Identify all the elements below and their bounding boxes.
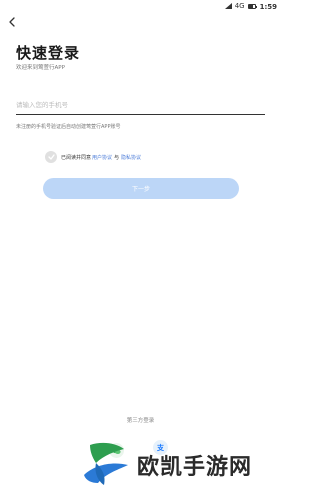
signal-icon <box>224 2 232 11</box>
battery-icon <box>247 4 257 9</box>
agreement-conjunction: 与 <box>114 154 120 161</box>
privacy-policy-link[interactable]: 隐私协议 <box>121 154 141 161</box>
third-party-label: 第三方登录 <box>126 418 155 424</box>
status-bar: 4G 1:59 <box>0 0 281 13</box>
watermark-text: 欧凯手游网 <box>137 455 253 480</box>
check-icon <box>47 154 55 160</box>
phone-input[interactable] <box>16 98 265 115</box>
status-time: 1:59 <box>259 2 277 11</box>
next-button[interactable]: 下一步 <box>43 178 239 199</box>
chevron-left-icon <box>9 17 15 27</box>
watermark: 欧凯手游网 <box>76 430 281 500</box>
watermark-logo-icon <box>84 442 128 485</box>
agreement-checkbox[interactable] <box>45 151 57 163</box>
page-title: 快速登录 <box>16 44 81 62</box>
user-agreement-link[interactable]: 用户协议 <box>92 154 112 161</box>
register-hint: 未注册的手机号验证后自动创建莺萱行APP账号 <box>16 124 121 130</box>
page-subtitle: 欢迎来到莺萱行APP <box>16 65 65 71</box>
back-button[interactable] <box>4 14 20 30</box>
agreement-prefix: 已阅读并同意 <box>61 154 92 161</box>
network-label: 4G <box>234 2 245 10</box>
agreement-row: 已阅读并同意 用户协议 与 隐私协议 <box>45 151 142 163</box>
